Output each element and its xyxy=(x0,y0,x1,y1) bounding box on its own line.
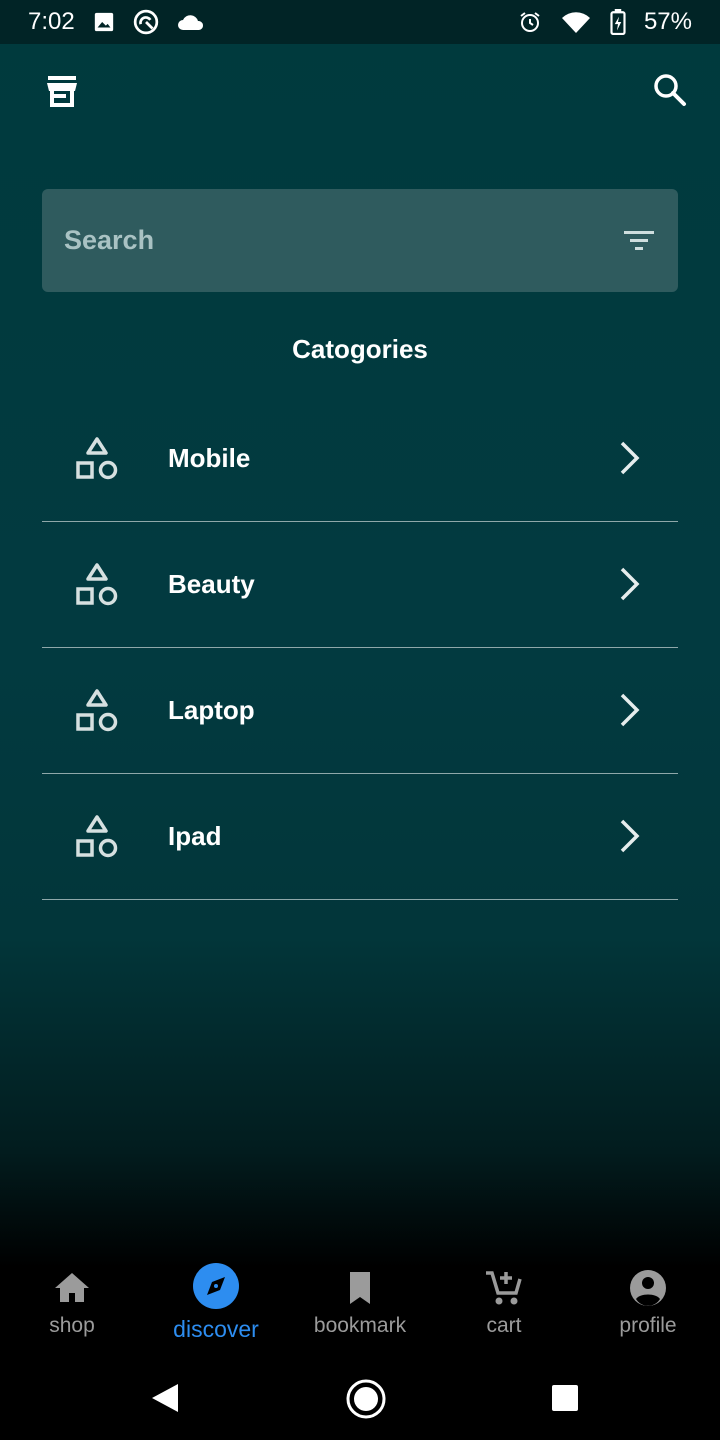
bookmark-icon xyxy=(350,1272,370,1304)
app-bar xyxy=(0,44,720,140)
recents-icon[interactable] xyxy=(552,1385,578,1411)
nav-label: discover xyxy=(173,1316,259,1342)
category-item-mobile[interactable]: Mobile xyxy=(42,396,678,522)
status-time: 7:02 xyxy=(28,8,75,35)
search-input[interactable]: Search xyxy=(42,189,678,292)
store-icon[interactable] xyxy=(44,74,80,110)
battery-icon xyxy=(610,9,626,35)
cloud-icon xyxy=(177,15,203,30)
system-nav-bar xyxy=(0,1356,720,1440)
nav-item-cart[interactable]: cart xyxy=(432,1250,576,1350)
filter-icon[interactable] xyxy=(622,228,656,254)
category-label: Laptop xyxy=(168,695,255,725)
sync-icon xyxy=(133,9,158,35)
status-right: 57% xyxy=(518,8,692,36)
category-item-beauty[interactable]: Beauty xyxy=(42,522,678,648)
shapes-icon xyxy=(76,437,118,480)
category-item-ipad[interactable]: Ipad xyxy=(42,774,678,900)
nav-label: shop xyxy=(49,1314,95,1337)
shapes-icon xyxy=(76,689,118,732)
nav-item-shop[interactable]: shop xyxy=(0,1250,144,1350)
home-icon xyxy=(55,1273,89,1302)
shapes-icon xyxy=(76,815,118,858)
status-left: 7:02 xyxy=(28,8,205,36)
chevron-right-icon xyxy=(620,693,640,727)
nav-label: cart xyxy=(486,1314,522,1337)
search-placeholder: Search xyxy=(64,225,155,255)
battery-percent: 57% xyxy=(643,8,692,35)
image-icon xyxy=(94,12,113,32)
nav-item-discover[interactable]: discover xyxy=(144,1250,288,1350)
nav-item-bookmark[interactable]: bookmark xyxy=(288,1250,432,1350)
alarm-icon xyxy=(520,12,540,32)
chevron-right-icon xyxy=(620,441,640,475)
status-bar: 7:02 57% xyxy=(0,0,720,44)
nav-label: bookmark xyxy=(313,1314,407,1337)
wifi-icon xyxy=(561,12,590,33)
chevron-right-icon xyxy=(620,567,640,601)
chevron-right-icon xyxy=(620,819,640,853)
nav-label: profile xyxy=(619,1314,677,1337)
shapes-icon xyxy=(76,563,118,606)
home-button-icon[interactable] xyxy=(345,1378,387,1420)
search-icon[interactable] xyxy=(652,72,688,108)
category-label: Mobile xyxy=(168,443,251,473)
bottom-nav: shop discover bookmark cart profile xyxy=(0,1250,720,1350)
nav-item-profile[interactable]: profile xyxy=(576,1250,720,1350)
category-label: Beauty xyxy=(168,569,255,599)
category-item-laptop[interactable]: Laptop xyxy=(42,648,678,774)
section-title: Catogories xyxy=(292,334,428,364)
back-icon[interactable] xyxy=(150,1382,180,1414)
compass-icon xyxy=(193,1263,239,1309)
category-label: Ipad xyxy=(168,821,222,851)
cart-icon xyxy=(486,1271,522,1305)
category-list: Mobile Beauty Laptop Ipad xyxy=(42,396,678,900)
account-icon xyxy=(630,1270,666,1306)
